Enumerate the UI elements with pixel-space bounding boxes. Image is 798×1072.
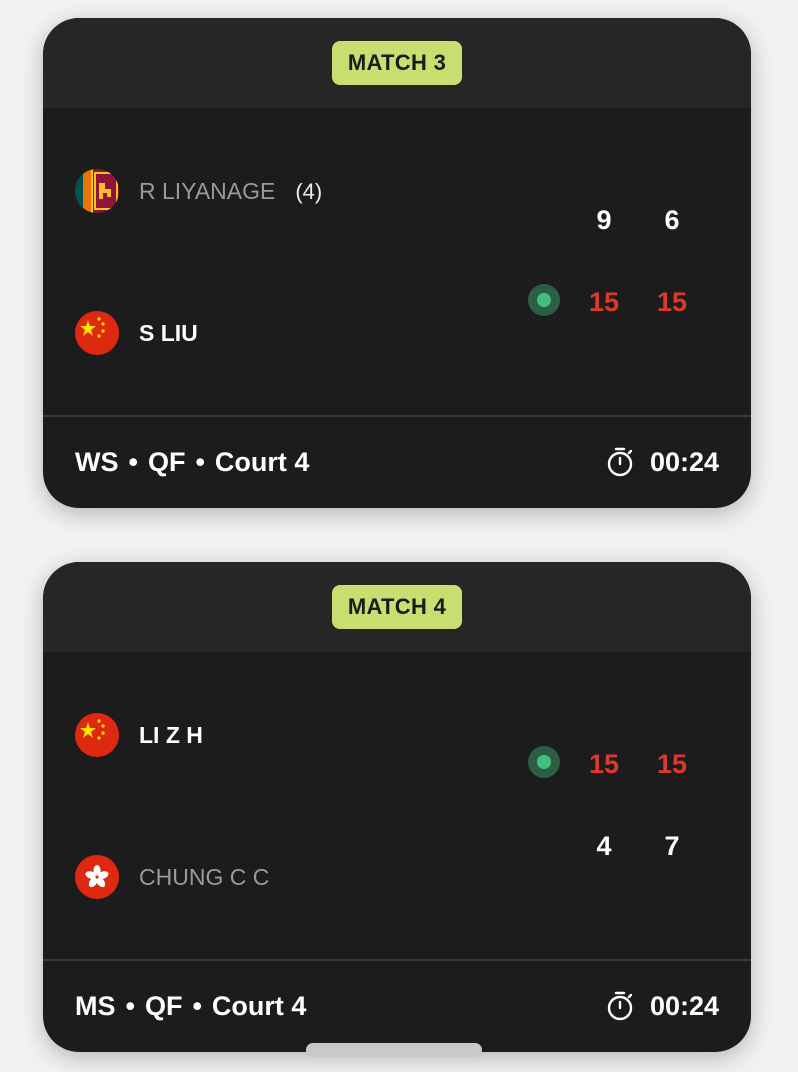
duration-text: 00:24 — [649, 990, 719, 1021]
china-flag-icon — [75, 713, 119, 757]
sri-lanka-flag-icon — [75, 169, 119, 213]
player-row: S LIU — [75, 311, 475, 355]
match-card[interactable]: MATCH 3 R LIYANAGE (4) S LIU 9 6 15 15 W… — [43, 18, 751, 508]
divider — [43, 959, 751, 961]
match-info: WS • QF • Court 4 — [75, 447, 310, 477]
game-score: 15 — [588, 287, 620, 317]
home-indicator[interactable] — [306, 1043, 482, 1057]
game-score: 15 — [656, 287, 688, 317]
match-label-badge: MATCH 3 — [332, 41, 462, 85]
match-label-badge: MATCH 4 — [332, 585, 462, 629]
game-score: 4 — [596, 831, 612, 861]
game-score: 7 — [664, 831, 680, 861]
player-row: R LIYANAGE (4) — [75, 169, 475, 213]
game-score: 15 — [656, 749, 688, 779]
game-score: 15 — [588, 749, 620, 779]
match-duration: 00:24 — [604, 442, 719, 482]
player-row: LI Z H — [75, 713, 475, 757]
china-flag-icon — [75, 311, 119, 355]
match-card[interactable]: MATCH 4 LI Z H CHUNG C C 15 15 4 7 MS • … — [43, 562, 751, 1052]
divider — [43, 415, 751, 417]
player-name: S LIU — [139, 320, 198, 346]
player-name: R LIYANAGE (4) — [139, 178, 323, 204]
stopwatch-icon — [607, 991, 633, 1021]
game-score: 6 — [664, 205, 680, 235]
match-card-header: MATCH 4 — [43, 562, 751, 652]
match-card-header: MATCH 3 — [43, 18, 751, 108]
player-name: CHUNG C C — [139, 864, 270, 890]
stopwatch-icon — [607, 447, 633, 477]
seed-badge: (4) — [295, 179, 323, 204]
hong-kong-flag-icon — [75, 855, 119, 899]
duration-text: 00:24 — [649, 446, 719, 477]
serve-indicator-icon — [528, 746, 560, 778]
player-name: LI Z H — [139, 722, 203, 748]
match-info: MS • QF • Court 4 — [75, 991, 307, 1021]
player-row: CHUNG C C — [75, 855, 475, 899]
game-score: 9 — [596, 205, 612, 235]
match-duration: 00:24 — [604, 986, 719, 1026]
serve-indicator-icon — [528, 284, 560, 316]
